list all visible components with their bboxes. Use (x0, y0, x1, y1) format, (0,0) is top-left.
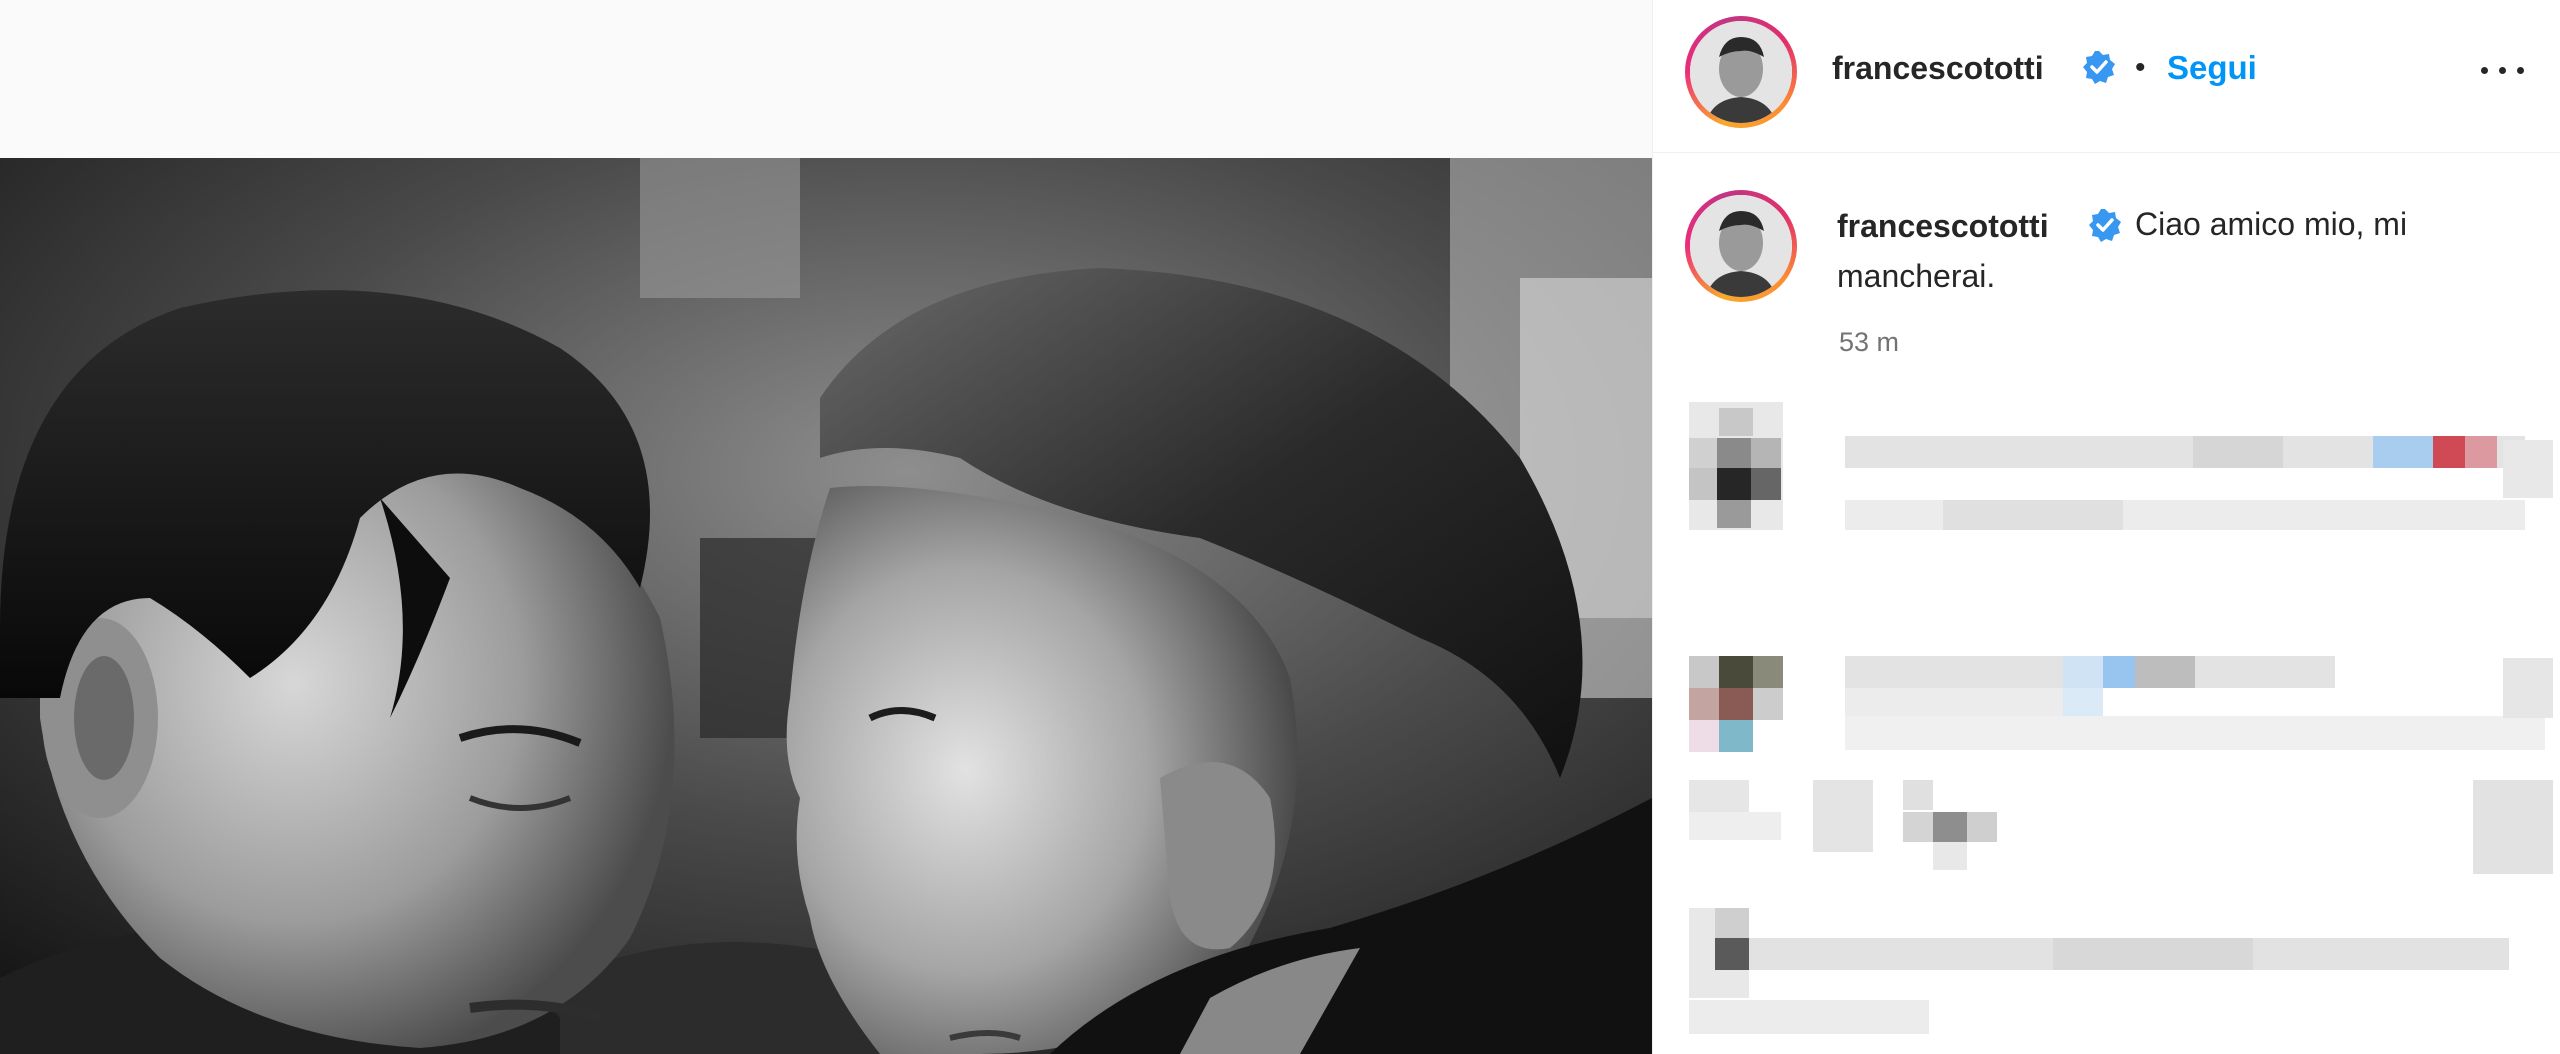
post-timestamp[interactable]: 53 m (1839, 325, 1899, 359)
redacted-text (1813, 780, 1873, 852)
caption-text: Ciao amico mio, mi mancherai. (1837, 206, 2408, 294)
redacted-like (2503, 440, 2553, 498)
redacted-avatar (1689, 656, 1783, 752)
header-avatar[interactable] (1685, 16, 1797, 128)
header-separator: • (2135, 51, 2146, 84)
header-username[interactable]: francescototti (1832, 48, 2044, 88)
post-side-panel: francescototti • Segui francescototti Ci… (1652, 0, 2560, 1054)
redacted-avatar (1689, 402, 1783, 530)
post-header: francescototti • Segui (1653, 0, 2560, 153)
post-photo (0, 158, 1652, 1054)
follow-button[interactable]: Segui (2167, 48, 2257, 88)
more-horizontal-icon[interactable] (2475, 50, 2531, 90)
media-top-strip (0, 0, 1652, 158)
redacted-like (2473, 780, 2553, 874)
verified-badge-icon (2083, 51, 2115, 84)
caption-avatar[interactable] (1685, 190, 1797, 302)
post-photo-image (0, 158, 1652, 1054)
redacted-like (2503, 658, 2553, 718)
